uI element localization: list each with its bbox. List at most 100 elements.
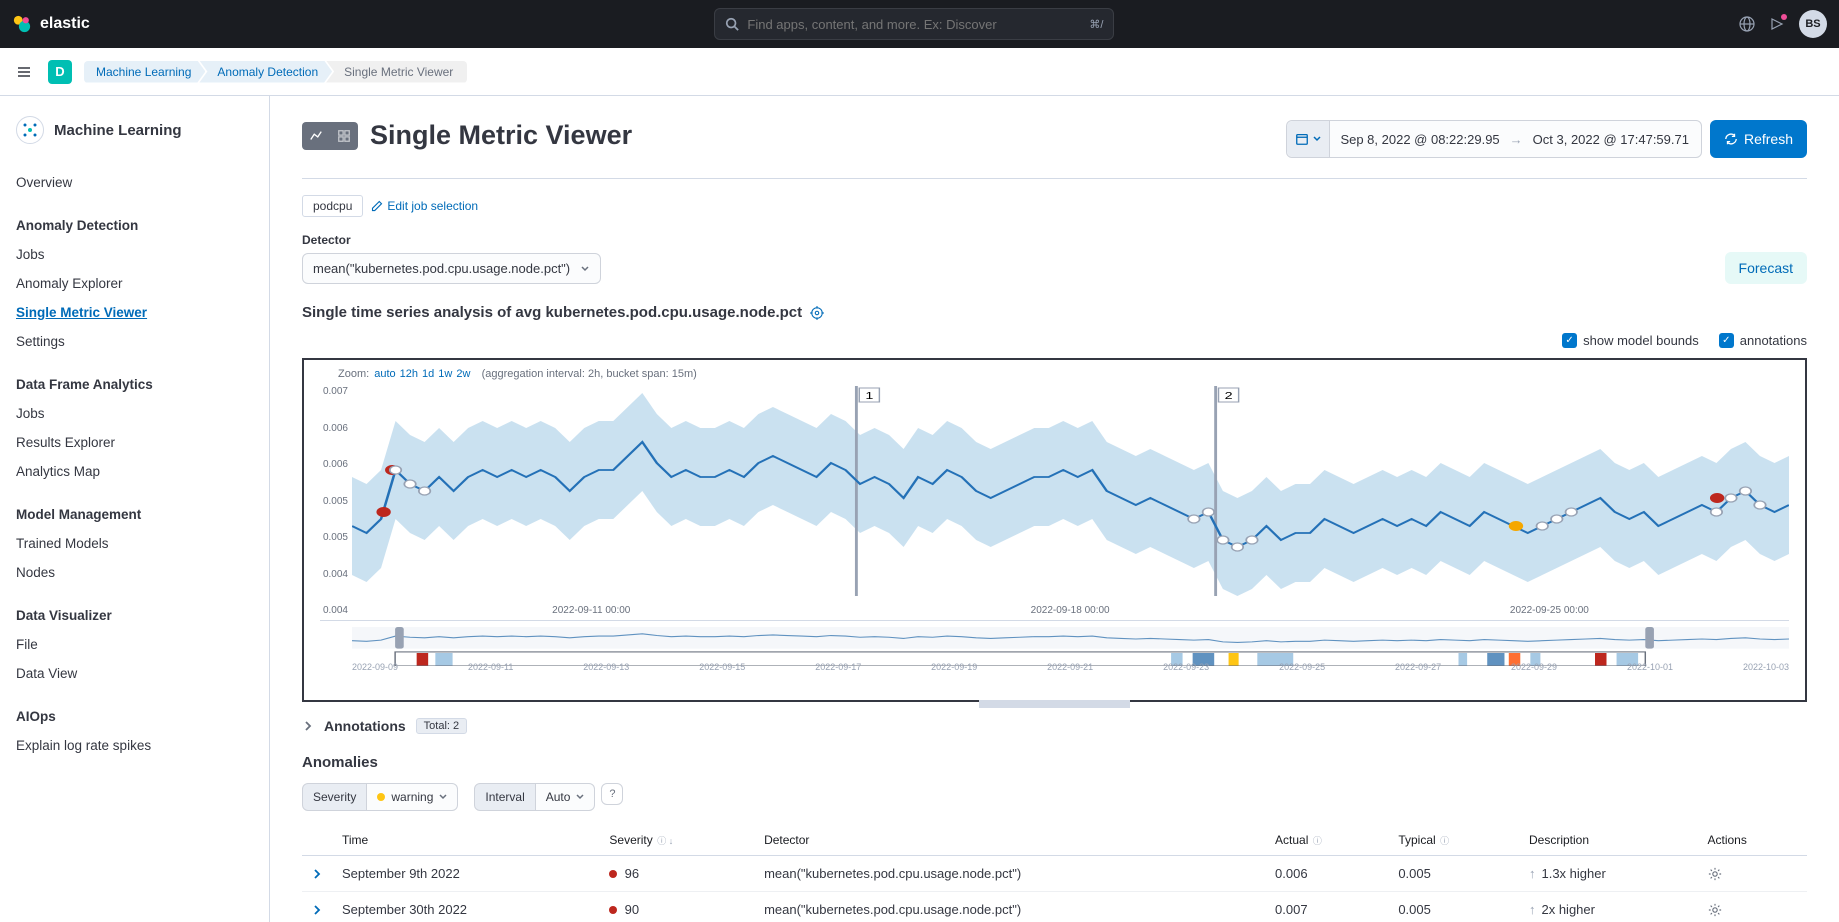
- context-tick: 2022-09-09: [352, 662, 398, 672]
- show-model-bounds-toggle[interactable]: ✓ show model bounds: [1562, 333, 1699, 348]
- chart-container: Zoom: auto12h1d1w2w (aggregation interva…: [302, 358, 1807, 702]
- x-tick: 2022-09-11 00:00: [552, 605, 630, 616]
- sidebar-group-title: AIOps: [16, 702, 253, 731]
- sidebar-item[interactable]: Results Explorer: [16, 428, 253, 457]
- sidebar-item[interactable]: Anomaly Explorer: [16, 269, 253, 298]
- arrow-up-icon: ↑: [1529, 866, 1536, 881]
- context-tick: 2022-10-01: [1627, 662, 1673, 672]
- cell-typical: 0.005: [1388, 892, 1519, 922]
- detector-select[interactable]: mean("kubernetes.pod.cpu.usage.node.pct"…: [302, 253, 601, 284]
- search-shortcut: ⌘/: [1089, 18, 1103, 31]
- table-header[interactable]: Time: [332, 825, 599, 856]
- expand-row-chevron[interactable]: [312, 869, 322, 879]
- date-range-picker[interactable]: Sep 8, 2022 @ 08:22:29.95 → Oct 3, 2022 …: [1286, 120, 1702, 158]
- interval-filter[interactable]: Interval Auto ?: [474, 783, 623, 811]
- user-avatar[interactable]: BS: [1799, 10, 1827, 38]
- resize-handle[interactable]: [979, 700, 1129, 708]
- ml-app-icon: [16, 116, 44, 144]
- sidebar-item[interactable]: Jobs: [16, 240, 253, 269]
- job-pill[interactable]: podcpu: [302, 195, 363, 217]
- checkbox-checked-icon: ✓: [1562, 333, 1577, 348]
- context-tick: 2022-09-21: [1047, 662, 1093, 672]
- table-header[interactable]: Actions: [1698, 825, 1808, 856]
- y-tick: 0.006: [306, 423, 348, 434]
- cell-actual: 0.006: [1265, 856, 1388, 892]
- expand-row-chevron[interactable]: [312, 905, 322, 915]
- sidebar-item[interactable]: Overview: [16, 168, 253, 197]
- target-icon[interactable]: [810, 306, 824, 320]
- cell-description: ↑1.3x higher: [1519, 856, 1698, 892]
- date-to: Oct 3, 2022 @ 17:47:59.71: [1533, 132, 1689, 147]
- elastic-logo-icon: [12, 14, 32, 34]
- sidebar-item[interactable]: File: [16, 630, 253, 659]
- sidebar-group-title: Data Frame Analytics: [16, 370, 253, 399]
- annotations-toggle[interactable]: ✓ annotations: [1719, 333, 1807, 348]
- anomaly-table: TimeSeverity ⓘ ↓DetectorActual ⓘTypical …: [302, 825, 1807, 922]
- calendar-icon[interactable]: [1287, 121, 1330, 157]
- main-chart[interactable]: 0.0070.0060.0060.0050.0050.0040.004 12 2…: [320, 386, 1789, 616]
- severity-filter[interactable]: Severity warning: [302, 783, 458, 811]
- sidebar-title: Machine Learning: [54, 122, 182, 139]
- table-header[interactable]: Detector: [754, 825, 1265, 856]
- context-tick: 2022-09-13: [583, 662, 629, 672]
- forecast-button[interactable]: Forecast: [1725, 252, 1807, 284]
- zoom-link[interactable]: auto: [374, 368, 395, 380]
- expand-annotations-chevron[interactable]: [302, 720, 314, 732]
- edit-job-selection-link[interactable]: Edit job selection: [371, 199, 478, 213]
- sidebar-item[interactable]: Analytics Map: [16, 457, 253, 486]
- table-header[interactable]: Description: [1519, 825, 1698, 856]
- sidebar-item[interactable]: Explain log rate spikes: [16, 731, 253, 760]
- y-tick: 0.005: [306, 532, 348, 543]
- global-search[interactable]: ⌘/: [714, 8, 1114, 40]
- context-tick: 2022-09-29: [1511, 662, 1557, 672]
- sidebar-item[interactable]: Jobs: [16, 399, 253, 428]
- row-actions-button[interactable]: [1708, 903, 1798, 917]
- severity-dot-icon: [609, 906, 617, 914]
- chart-view-toggle[interactable]: [302, 122, 330, 150]
- refresh-icon: [1724, 132, 1738, 146]
- cell-severity: 96: [599, 856, 754, 892]
- grid-view-toggle[interactable]: [330, 122, 358, 150]
- sidebar-item[interactable]: Trained Models: [16, 529, 253, 558]
- severity-dot-icon: [377, 793, 385, 801]
- sidebar-item[interactable]: Data View: [16, 659, 253, 688]
- y-tick: 0.006: [306, 459, 348, 470]
- row-actions-button[interactable]: [1708, 867, 1798, 881]
- table-header[interactable]: Typical ⓘ: [1388, 825, 1519, 856]
- context-chart[interactable]: 2022-09-092022-09-112022-09-132022-09-15…: [320, 620, 1789, 680]
- table-header[interactable]: Actual ⓘ: [1265, 825, 1388, 856]
- breadcrumb-item[interactable]: Anomaly Detection: [199, 61, 332, 83]
- refresh-button[interactable]: Refresh: [1710, 120, 1807, 158]
- zoom-link[interactable]: 1d: [422, 368, 434, 380]
- chevron-down-icon: [439, 793, 447, 801]
- globe-icon[interactable]: [1739, 16, 1755, 32]
- zoom-link[interactable]: 2w: [456, 368, 470, 380]
- sidebar: Machine Learning Overview Anomaly Detecti…: [0, 96, 270, 922]
- newsfeed-icon[interactable]: [1769, 16, 1785, 32]
- arrow-right-icon: →: [1510, 132, 1523, 147]
- y-tick: 0.004: [306, 605, 348, 616]
- y-tick: 0.007: [306, 386, 348, 397]
- zoom-link[interactable]: 12h: [400, 368, 418, 380]
- sidebar-item[interactable]: Nodes: [16, 558, 253, 587]
- context-tick: 2022-09-17: [815, 662, 861, 672]
- space-selector[interactable]: D: [48, 60, 72, 84]
- help-icon[interactable]: ?: [601, 783, 623, 805]
- search-input[interactable]: [747, 17, 1081, 32]
- table-row: September 30th 2022 90 mean("kubernetes.…: [302, 892, 1807, 922]
- checkbox-checked-icon: ✓: [1719, 333, 1734, 348]
- context-tick: 2022-09-19: [931, 662, 977, 672]
- brand-logo[interactable]: elastic: [12, 14, 90, 34]
- sidebar-group-title: Anomaly Detection: [16, 211, 253, 240]
- table-header[interactable]: Severity ⓘ ↓: [599, 825, 754, 856]
- sidebar-item[interactable]: Settings: [16, 327, 253, 356]
- x-tick: 2022-09-25 00:00: [1510, 605, 1589, 616]
- top-header: elastic ⌘/ BS: [0, 0, 1839, 48]
- sidebar-item[interactable]: Single Metric Viewer: [16, 298, 253, 327]
- nav-toggle-button[interactable]: [12, 60, 36, 84]
- zoom-link[interactable]: 1w: [438, 368, 452, 380]
- breadcrumb-item[interactable]: Machine Learning: [84, 61, 205, 83]
- page-title: Single Metric Viewer: [370, 120, 632, 151]
- chevron-down-icon: [576, 793, 584, 801]
- cell-description: ↑2x higher: [1519, 892, 1698, 922]
